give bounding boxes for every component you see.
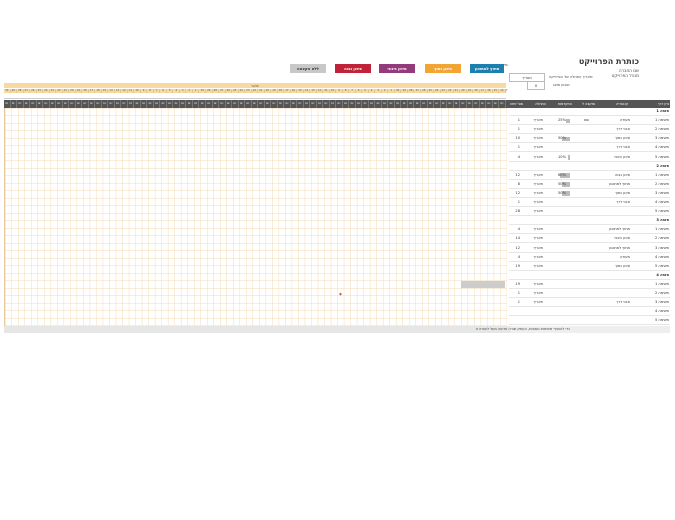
table-row[interactable]: משימה 4 אבני דרך תאריך 1 — [509, 144, 670, 152]
gantt-grid[interactable]: ◆ — [4, 108, 507, 327]
footer-note: כדי להוסיף משימות נוספות, העתק שורה חדשה… — [475, 327, 570, 331]
display-week-field[interactable]: 0 — [527, 81, 545, 90]
gantt-bar[interactable] — [461, 281, 505, 288]
phase-row[interactable]: פאזה 2 — [509, 163, 670, 171]
table-row[interactable]: משימה 3 סיכון נמוך 50% תאריך 10 — [509, 135, 670, 143]
table-row[interactable]: משימה 1 סיכון גבוה 60% תאריך 12 — [509, 172, 670, 180]
page-title: כותרת הפרוייקט — [578, 57, 639, 66]
col-category: קטגוריה — [616, 102, 628, 106]
progress-bar — [566, 118, 570, 124]
phase-row[interactable]: פאזה 4 — [509, 272, 670, 280]
col-days: מס' ימים — [510, 102, 523, 106]
footer-bar: כדי להוסיף משימות נוספות, העתק שורה חדשה… — [4, 326, 670, 333]
table-row[interactable]: משימה 3 אבני דרך תאריך 1 — [509, 299, 670, 307]
day-letter: יום — [499, 100, 506, 108]
timeline-scrollbar[interactable] — [4, 93, 506, 99]
table-row[interactable]: משימה 4 מעודה תאריך 4 — [509, 254, 670, 262]
col-milestone: ציון דרך — [657, 102, 669, 106]
progress-bar — [568, 155, 570, 160]
gantt-day-header: יום יום יום יום יום יום יום יום יום יום יום יום יום י… — [4, 100, 506, 108]
col-progress: התקדמות — [557, 102, 572, 106]
legend-1: סיכון נמוך — [425, 64, 461, 73]
display-week-label: שבוע מוצג: — [553, 83, 571, 87]
milestone-marker[interactable]: ◆ — [339, 291, 342, 296]
task-table: פאזה 1 משימה 1 מעודה שם 25% תאריך 1 משימה 2 אבני… — [509, 108, 670, 326]
legend-2: סיכון בינוני — [379, 64, 415, 73]
table-row[interactable]: משימה 2 אבני דרך תאריך 1 — [509, 126, 670, 134]
legend-3: סיכון גבוה — [335, 64, 371, 73]
table-row[interactable]: משימה 3 מחוץ למתוכנן תאריך 12 — [509, 245, 670, 252]
col-assigned: מוקצה ל — [582, 102, 595, 106]
table-row[interactable]: משימה 1 תאריך 19 — [509, 281, 670, 289]
table-row[interactable]: משימה 4 אבני דרך תאריך 1 — [509, 199, 670, 207]
table-row[interactable]: משימה 3 סיכון נמוך 50% תאריך 12 — [509, 190, 670, 198]
table-row[interactable]: משימה 1 מחוץ למתוכנן תאריך 4 — [509, 226, 670, 234]
table-row[interactable]: משימה 5 — [509, 317, 670, 325]
table-row[interactable]: משימה 4 — [509, 308, 670, 316]
phase-row[interactable]: פאזה 3 — [509, 217, 670, 225]
phase-row[interactable]: פאזה 1 — [509, 108, 670, 116]
start-date-label: תאריך התחלה של הפרוייקט: — [549, 75, 594, 79]
col-start: התחלה — [535, 102, 546, 106]
table-row[interactable]: משימה 1 מעודה שם 25% תאריך 1 — [509, 117, 670, 125]
table-header: ציון דרך קטגוריה מוקצה ל התקדמות התחלה מ… — [509, 100, 670, 108]
table-row[interactable]: משימה 2 מחוץ למתוכנן 50% תאריך 8 — [509, 181, 670, 189]
legend-0: מחוץ למתוכנן — [470, 64, 504, 73]
table-row[interactable]: משימה 5 סיכון בינוני 10% תאריך 4 — [509, 154, 670, 161]
table-row[interactable]: משימה 2 תאריך 1 — [509, 290, 670, 298]
legend-4: ללא הקצאה — [290, 64, 326, 73]
project-manager[interactable]: מנהל הפרוייקט — [612, 73, 639, 78]
table-row[interactable]: משימה 5 סיכון נמוך תאריך 19 — [509, 263, 670, 271]
table-row[interactable]: משימה 2 סיכון בינוני תאריך 14 — [509, 235, 670, 243]
month-header: ינואר — [4, 83, 506, 88]
table-row[interactable]: משימה 5 תאריך 28 — [509, 208, 670, 216]
